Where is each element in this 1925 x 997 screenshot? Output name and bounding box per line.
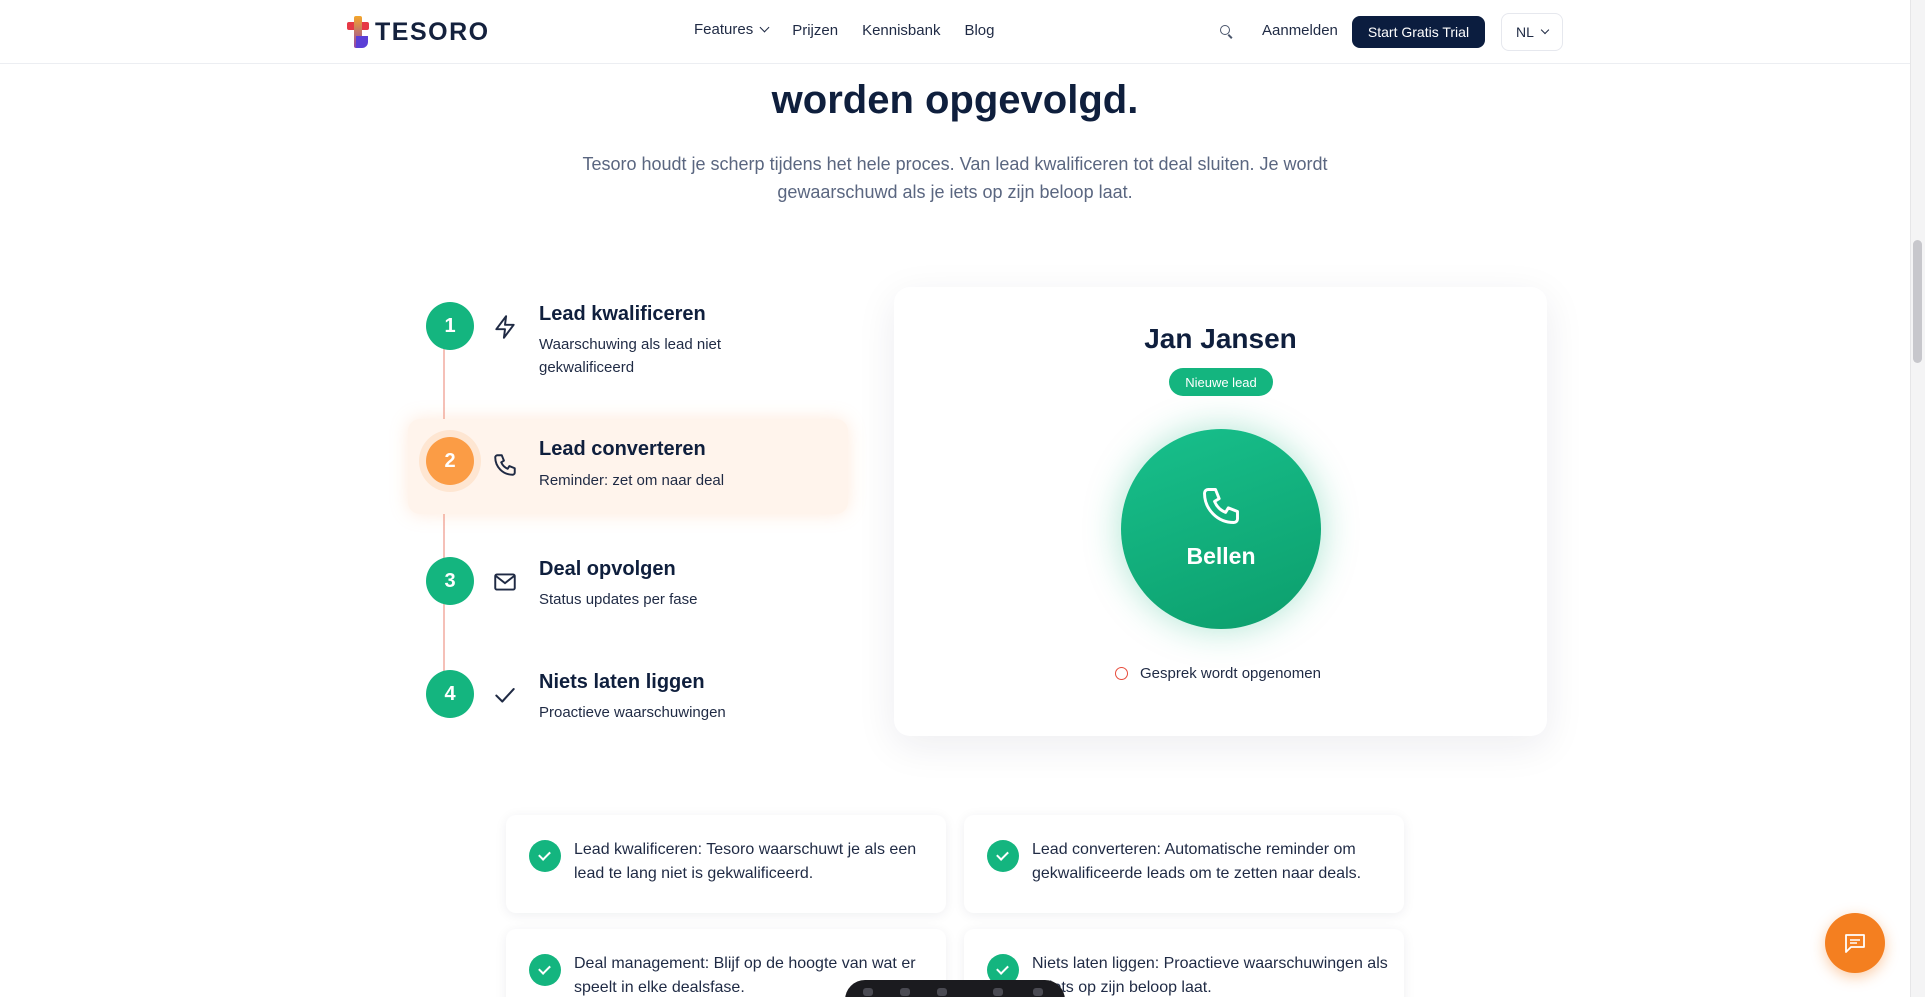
nav-item-label: Prijzen [792, 22, 839, 39]
mail-icon [494, 573, 516, 591]
feature-item: Lead kwalificeren: Tesoro waarschuwt je … [506, 815, 946, 913]
record-icon [1115, 667, 1128, 680]
site-header: TESORO Features Prijzen Kennisbank Blog … [0, 0, 1910, 64]
call-card: Jan Jansen Nieuwe lead Bellen Gesprek wo… [894, 287, 1547, 736]
recording-indicator: Gesprek wordt opgenomen [1115, 665, 1321, 682]
language-label: NL [1516, 24, 1534, 40]
toolbar-icon[interactable] [900, 988, 910, 996]
nav-item-prijzen[interactable]: Prijzen [792, 22, 838, 39]
toolbar-icon[interactable] [1033, 988, 1043, 996]
step-title: Deal opvolgen [539, 558, 676, 580]
toolbar-icon[interactable] [993, 988, 1003, 996]
feature-text: Lead converteren: Automatische reminder … [1032, 841, 1362, 882]
step-number: 1 [426, 302, 474, 350]
step-number: 4 [426, 670, 474, 718]
nav-item-blog[interactable]: Blog [964, 22, 994, 39]
step-item[interactable]: 3 Deal opvolgen Status updates per fase [408, 550, 848, 645]
toolbar-icon[interactable] [937, 988, 947, 996]
step-description: Reminder: zet om naar deal [539, 472, 725, 489]
brand-name: TESORO [375, 17, 490, 46]
chat-icon [1845, 934, 1865, 953]
step-number: 2 [426, 437, 474, 485]
nav-item-label: Kennisbank [862, 22, 941, 39]
step-description: Waarschuwing als lead niet gekwalificeer… [539, 336, 722, 376]
feature-text: Niets laten liggen: Proactieve waarschuw… [1032, 955, 1388, 996]
check-circle-icon [529, 840, 561, 872]
lightning-icon [495, 315, 515, 339]
call-button-label: Bellen [1186, 543, 1256, 569]
scrollbar-track[interactable] [1910, 0, 1925, 997]
toolbar-icon[interactable] [863, 988, 873, 996]
scrollbar-thumb[interactable] [1913, 240, 1922, 363]
nav-item-features[interactable]: Features [694, 20, 770, 39]
nav-item-label: Blog [964, 22, 995, 39]
step-description: Status updates per fase [539, 591, 698, 608]
signin-link[interactable]: Aanmelden [1262, 22, 1338, 39]
chat-button[interactable] [1825, 913, 1885, 973]
phone-icon [1203, 488, 1239, 524]
step-title: Niets laten liggen [539, 671, 705, 693]
step-item[interactable]: 4 Niets laten liggen Proactieve waarschu… [408, 663, 848, 758]
floating-toolbar[interactable] [845, 980, 1065, 997]
step-number: 3 [426, 557, 474, 605]
feature-item: Lead converteren: Automatische reminder … [964, 815, 1404, 913]
search-icon[interactable] [1220, 25, 1234, 39]
check-circle-icon [529, 954, 561, 986]
feature-text: Lead kwalificeren: Tesoro waarschuwt je … [574, 841, 917, 882]
page-title: worden opgevolgd. [771, 78, 1139, 122]
recording-text: Gesprek wordt opgenomen [1140, 665, 1321, 682]
logo-mark-icon [347, 16, 369, 48]
chevron-down-icon [759, 22, 770, 33]
brand-logo[interactable]: TESORO [347, 16, 490, 48]
nav-item-label: Features [694, 21, 754, 38]
step-title: Lead kwalificeren [539, 303, 706, 325]
nav-item-kennisbank[interactable]: Kennisbank [862, 22, 940, 39]
check-circle-icon [987, 840, 1019, 872]
process-steps: 1 Lead kwalificeren Waarschuwing als lea… [408, 295, 848, 735]
start-trial-button[interactable]: Start Gratis Trial [1352, 16, 1485, 48]
step-title: Lead converteren [539, 438, 706, 460]
hero-subtitle: Tesoro houdt je scherp tijdens het hele … [582, 154, 1328, 202]
step-item[interactable]: 1 Lead kwalificeren Waarschuwing als lea… [408, 295, 848, 390]
status-badge: Nieuwe lead [1169, 368, 1273, 396]
phone-icon [494, 454, 516, 476]
main-nav: Features Prijzen Kennisbank Blog [694, 20, 995, 39]
step-item-active[interactable]: 2 Lead converteren Reminder: zet om naar… [408, 419, 848, 514]
check-icon [495, 688, 515, 703]
call-button[interactable]: Bellen [1121, 429, 1321, 629]
language-select[interactable]: NL [1501, 13, 1563, 51]
step-description: Proactieve waarschuwingen [539, 704, 726, 721]
chevron-down-icon [1540, 25, 1550, 35]
contact-name: Jan Jansen [1144, 323, 1297, 354]
